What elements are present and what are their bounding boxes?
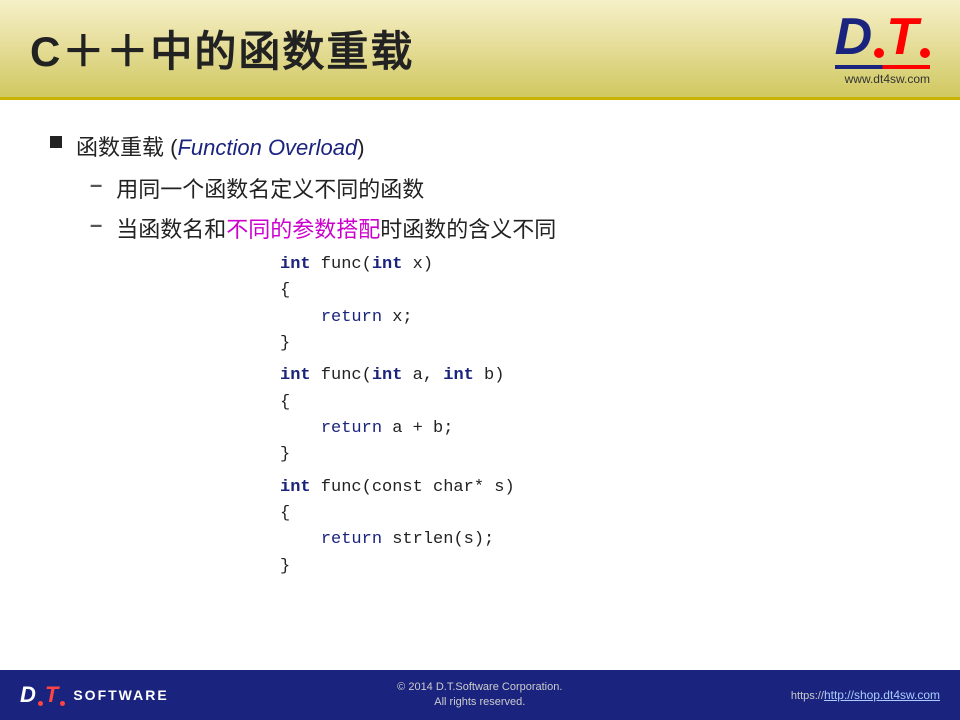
logo-t-letter: T: [886, 11, 918, 63]
footer-dot2: [60, 701, 65, 706]
footer-logo-d: D: [20, 682, 36, 708]
footer-logo: D T SOFTWARE: [20, 682, 169, 708]
bullet1-prefix: 函数重载 (: [76, 135, 177, 160]
sub2-before: 当函数名和: [116, 217, 226, 242]
logo-icon: D T: [835, 11, 930, 63]
sub-bullet-1: – 用同一个函数名定义不同的函数: [90, 172, 910, 204]
page-title: C＋＋中的函数重载: [30, 18, 414, 79]
code1-line3: return x;: [280, 305, 910, 331]
logo-area: D T www.dt4sw.com: [835, 11, 930, 86]
copyright-line2: All rights reserved.: [397, 695, 562, 710]
main-content: 函数重载 (Function Overload) – 用同一个函数名定义不同的函…: [0, 100, 960, 600]
bullet-text-1: 函数重载 (Function Overload): [76, 130, 365, 162]
code-block-2: int func(int a, int b) { return a + b; }: [280, 363, 910, 468]
header: C＋＋中的函数重载 D T www.dt4sw.com: [0, 0, 960, 100]
footer-copyright: © 2014 D.T.Software Corporation. All rig…: [397, 680, 562, 711]
logo-bar: [835, 65, 930, 69]
sub2-after: 时函数的含义不同: [380, 217, 556, 242]
code2-line3: return a + b;: [280, 416, 910, 442]
footer-right: https://http://shop.dt4sw.com: [791, 688, 940, 702]
logo-url: www.dt4sw.com: [845, 72, 930, 86]
code2-line4: }: [280, 442, 910, 468]
logo-dot1: [874, 48, 884, 58]
logo-dot2: [920, 48, 930, 58]
code3-line4: }: [280, 554, 910, 580]
code-block-3: int func(const char* s) { return strlen(…: [280, 475, 910, 580]
code-block-1: int func(int x) { return x; }: [280, 252, 910, 357]
footer-link[interactable]: http://shop.dt4sw.com: [824, 688, 940, 702]
bullet-item-1: 函数重载 (Function Overload): [50, 130, 910, 162]
code3-line2: {: [280, 501, 910, 527]
code3-line1: int func(const char* s): [280, 475, 910, 501]
dash-icon-2: –: [90, 212, 102, 238]
bullet-square-icon: [50, 136, 62, 148]
code1-line4: }: [280, 331, 910, 357]
sub-text-1: 用同一个函数名定义不同的函数: [116, 172, 424, 204]
sub-text-2: 当函数名和不同的参数搭配时函数的含义不同: [116, 212, 556, 244]
footer: D T SOFTWARE © 2014 D.T.Software Corpora…: [0, 670, 960, 720]
code1-line2: {: [280, 278, 910, 304]
code2-line2: {: [280, 390, 910, 416]
sub-bullet-2: – 当函数名和不同的参数搭配时函数的含义不同: [90, 212, 910, 244]
bullet1-highlight: Function Overload: [177, 135, 357, 160]
footer-software-label: SOFTWARE: [73, 687, 168, 703]
bullet1-suffix: ): [357, 135, 364, 160]
footer-dot-r: [38, 701, 43, 706]
dash-icon-1: –: [90, 172, 102, 198]
code3-line3: return strlen(s);: [280, 527, 910, 553]
copyright-line1: © 2014 D.T.Software Corporation.: [397, 680, 562, 695]
footer-link-prefix: https://: [791, 690, 824, 702]
sub2-magenta: 不同的参数搭配: [226, 217, 380, 242]
code1-line1: int func(int x): [280, 252, 910, 278]
logo-d-letter: D: [835, 11, 873, 63]
footer-logo-t: T: [45, 682, 58, 708]
code2-line1: int func(int a, int b): [280, 363, 910, 389]
